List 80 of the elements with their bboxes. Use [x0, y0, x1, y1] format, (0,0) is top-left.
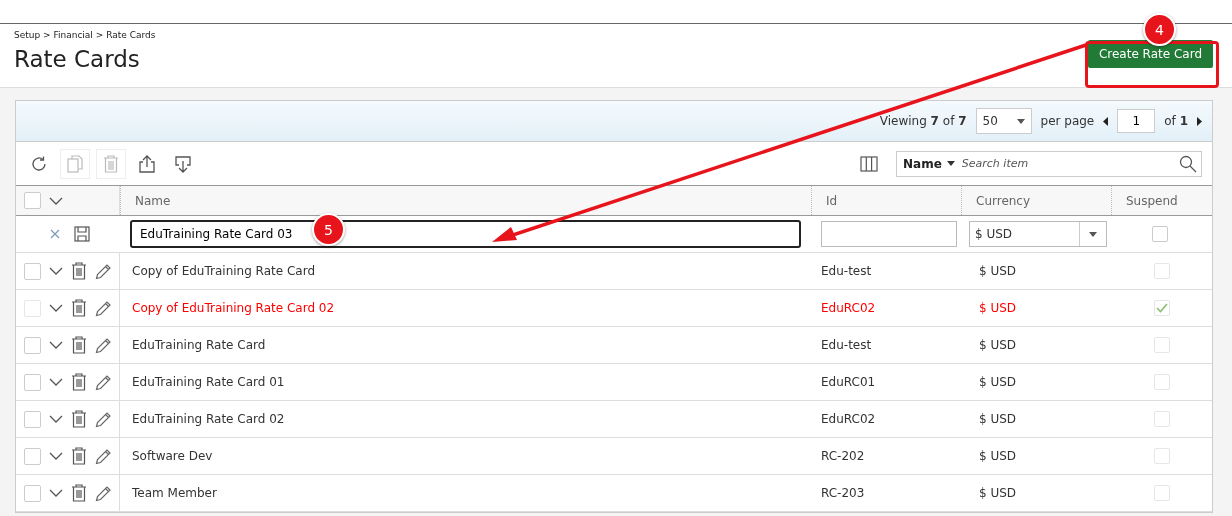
- name-cell-text: EduTraining Rate Card: [131, 337, 267, 354]
- per-page-select[interactable]: 50: [975, 108, 1032, 134]
- name-cell-text: Software Dev: [131, 448, 214, 465]
- chevron-down-icon[interactable]: [49, 378, 63, 386]
- id-cell-text: Edu-test: [820, 263, 873, 280]
- search-field-selector[interactable]: Name: [903, 156, 942, 171]
- download-icon: [173, 153, 193, 174]
- trash-icon[interactable]: [71, 336, 87, 354]
- name-cell-text: Copy of EduTraining Rate Card 02: [131, 300, 336, 317]
- viewing-count: Viewing 7 of 7: [879, 114, 967, 128]
- id-cell-text: RC-203: [820, 485, 866, 502]
- chevron-down-icon[interactable]: [49, 196, 63, 205]
- trash-icon[interactable]: [71, 484, 87, 502]
- row-checkbox[interactable]: [24, 373, 41, 391]
- search-icon[interactable]: [1179, 154, 1197, 173]
- currency-cell-text: $ USD: [978, 374, 1018, 391]
- close-icon[interactable]: [50, 229, 60, 239]
- pencil-icon[interactable]: [95, 336, 112, 354]
- chevron-down-icon[interactable]: [49, 415, 63, 423]
- chevron-down-icon[interactable]: [49, 341, 63, 349]
- column-header[interactable]: Id: [811, 186, 961, 215]
- id-cell-text: RC-202: [820, 448, 866, 465]
- name-cell-text: EduTraining Rate Card 01: [131, 374, 286, 391]
- row-checkbox[interactable]: [24, 262, 41, 280]
- search-field[interactable]: Name Search item: [896, 150, 1202, 177]
- name-cell-text: EduTraining Rate Card 02: [131, 411, 286, 428]
- previous-page-icon[interactable]: [1103, 116, 1109, 126]
- next-page-icon[interactable]: [1197, 116, 1202, 126]
- per-page-label: per page: [1040, 114, 1095, 128]
- upload-icon: [137, 153, 157, 174]
- id-cell-text: Edu-test: [820, 337, 873, 354]
- column-header[interactable]: Suspend: [1111, 186, 1212, 215]
- page-title: Rate Cards: [14, 45, 140, 72]
- id-input[interactable]: [821, 221, 957, 247]
- pencil-icon[interactable]: [95, 299, 112, 317]
- pencil-icon[interactable]: [95, 447, 112, 465]
- column-header[interactable]: Currency: [961, 186, 1111, 215]
- select-all-checkbox[interactable]: [24, 192, 41, 209]
- row-checkbox[interactable]: [24, 447, 41, 465]
- caret-icon: [1016, 118, 1025, 124]
- id-cell-text: EduRC02: [820, 300, 877, 317]
- name-cell-text: Copy of EduTraining Rate Card: [131, 263, 316, 280]
- row-checkbox[interactable]: [24, 484, 41, 502]
- chevron-down-icon[interactable]: [49, 267, 63, 275]
- trash-icon[interactable]: [71, 262, 87, 280]
- id-cell-text: EduRC02: [820, 411, 877, 428]
- id-cell-text: EduRC01: [820, 374, 877, 391]
- copy-icon: [66, 153, 84, 174]
- trash-icon[interactable]: [71, 447, 87, 465]
- save-icon[interactable]: [74, 226, 90, 242]
- currency-cell-text: $ USD: [978, 337, 1018, 354]
- trash-icon[interactable]: [71, 299, 87, 317]
- pencil-icon[interactable]: [95, 484, 112, 502]
- create-rate-card-button[interactable]: Create Rate Card: [1087, 40, 1213, 68]
- chevron-down-icon[interactable]: [49, 489, 63, 497]
- breadcrumb: Setup > Financial > Rate Cards: [14, 29, 156, 40]
- pencil-icon[interactable]: [95, 410, 112, 428]
- pencil-icon[interactable]: [95, 262, 112, 280]
- caret-icon: [946, 161, 955, 166]
- row-checkbox[interactable]: [24, 410, 41, 428]
- page-field[interactable]: 1: [1117, 109, 1156, 133]
- currency-select[interactable]: $ USD: [969, 221, 1107, 247]
- currency-cell-text: $ USD: [978, 411, 1018, 428]
- trash-icon: [102, 153, 120, 174]
- trash-icon[interactable]: [71, 410, 87, 428]
- suspend-checkbox[interactable]: [1151, 226, 1168, 242]
- trash-icon[interactable]: [71, 373, 87, 391]
- chevron-down-icon[interactable]: [49, 452, 63, 460]
- pencil-icon[interactable]: [95, 373, 112, 391]
- currency-cell-text: $ USD: [978, 263, 1018, 280]
- name-cell-text: Team Member: [131, 485, 218, 502]
- currency-cell-text: $ USD: [978, 485, 1018, 502]
- currency-cell-text: $ USD: [978, 300, 1018, 317]
- row-checkbox[interactable]: [24, 336, 41, 354]
- page-total: of 1: [1164, 114, 1188, 128]
- chevron-down-icon[interactable]: [49, 304, 63, 312]
- columns-icon[interactable]: [860, 155, 878, 172]
- row-checkbox[interactable]: [24, 299, 41, 317]
- caret-icon: [1089, 231, 1097, 237]
- currency-cell-text: $ USD: [978, 448, 1018, 465]
